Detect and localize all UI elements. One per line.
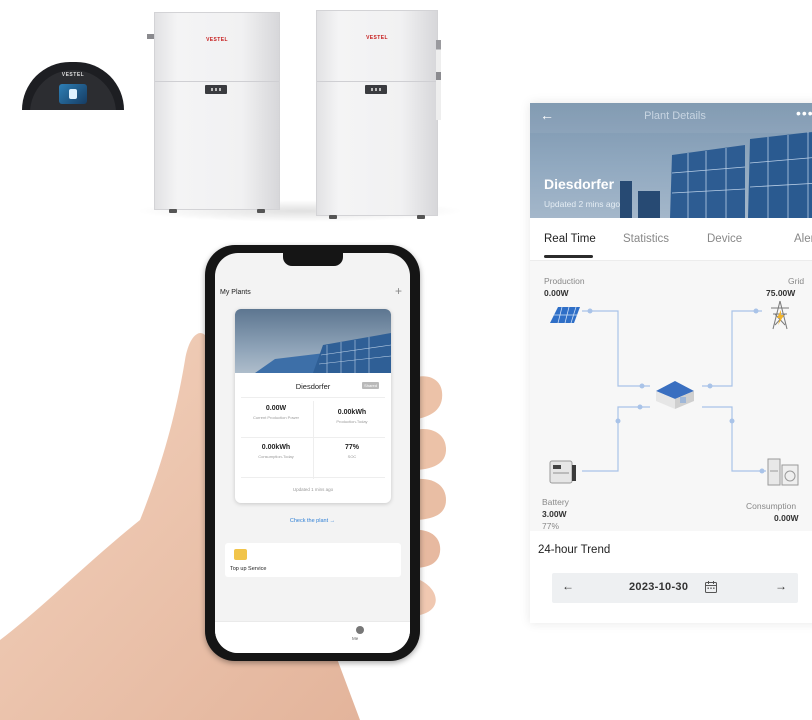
- top-up-service[interactable]: Top up Service: [225, 543, 401, 577]
- phone-notch: [283, 253, 343, 266]
- metric-label: Current Production Power: [252, 415, 300, 420]
- inverter-unit-right: VESTEL: [316, 10, 438, 219]
- grid-label: Grid: [788, 276, 805, 286]
- inverter-side-ports: [436, 40, 441, 120]
- metric-value: 0.00kWh: [261, 444, 291, 451]
- hero-plant-name: Diesdorfer: [544, 176, 615, 192]
- appliance-icon: [767, 458, 799, 486]
- house-icon: [656, 381, 694, 409]
- inverter-side-connector: [147, 34, 154, 39]
- charger-brand: VESTEL: [61, 72, 85, 78]
- plant-card[interactable]: Diesdorfer Shared 0.00W Current Producti…: [235, 309, 391, 503]
- plus-icon[interactable]: +: [395, 284, 402, 298]
- hero-updated: Updated 2 mins ago: [544, 199, 621, 209]
- metric-value: 77%: [344, 444, 359, 451]
- metric-value: 0.00W: [265, 405, 287, 412]
- inverter-brand-right: VESTEL: [366, 35, 388, 41]
- me-tab-label[interactable]: Me: [352, 636, 358, 641]
- metric-value: 0.00kWh: [337, 409, 367, 416]
- top-up-label: Top up Service: [230, 566, 267, 572]
- plant-details-panel: ← Plant Details ••• Diesdorfer Updated 2…: [530, 103, 812, 623]
- metric-label: SOC: [347, 454, 357, 459]
- tab-statistics[interactable]: Statistics: [623, 233, 669, 245]
- arrow-right-icon[interactable]: →: [775, 579, 787, 593]
- tab-device[interactable]: Device: [707, 233, 742, 245]
- trend-date[interactable]: 2023-10-30: [629, 581, 688, 593]
- ev-charger-image: VESTEL: [22, 62, 124, 110]
- inverter-display-right: [365, 85, 387, 94]
- grid-value: 75.00W: [766, 288, 796, 298]
- active-tab-indicator: [544, 255, 593, 258]
- trend-title: 24-hour Trend: [538, 544, 611, 556]
- production-value: 0.00W: [544, 288, 569, 298]
- service-icon: [234, 549, 247, 560]
- shared-badge: Shared: [362, 382, 379, 389]
- more-icon[interactable]: •••: [796, 105, 812, 121]
- date-selector: ← 2023-10-30 →: [552, 573, 798, 603]
- tab-alerts[interactable]: Aler: [794, 233, 812, 245]
- consumption-label: Consumption: [746, 501, 797, 511]
- bottom-tabbar: Me: [215, 621, 410, 653]
- plant-hero-image: ← Plant Details ••• Diesdorfer Updated 2…: [530, 103, 812, 218]
- metric-label: Production-Today: [336, 419, 368, 424]
- tab-real-time[interactable]: Real Time: [544, 233, 596, 245]
- check-plant-link[interactable]: Check the plant →: [215, 518, 410, 524]
- phone-screen: My Plants + Diesdorfer Shared 0.00W Curr…: [215, 253, 410, 653]
- arrow-left-icon[interactable]: ←: [562, 579, 574, 593]
- panel-title: Plant Details: [644, 110, 706, 122]
- inverter-display: [205, 85, 227, 94]
- charger-screen: [59, 84, 87, 104]
- plant-card-image: [235, 309, 391, 373]
- metric-label: Consumption-Today: [258, 454, 294, 459]
- my-plants-title: My Plants: [220, 289, 251, 296]
- phone-device: My Plants + Diesdorfer Shared 0.00W Curr…: [205, 245, 420, 661]
- plant-updated: Updated 1 mins ago: [292, 487, 334, 492]
- inverter-brand: VESTEL: [206, 37, 228, 43]
- battery-label: Battery: [542, 497, 569, 507]
- inverter-unit-left: VESTEL: [154, 12, 280, 213]
- battery-icon: [549, 460, 576, 484]
- battery-soc: 77%: [542, 521, 560, 531]
- consumption-value: 0.00W: [774, 513, 799, 523]
- calendar-icon[interactable]: [704, 580, 718, 594]
- production-label: Production: [544, 276, 585, 286]
- battery-value: 3.00W: [542, 509, 567, 519]
- me-icon[interactable]: [356, 626, 364, 634]
- grid-tower-icon: [771, 300, 789, 330]
- energy-flow-diagram: Production 0.00W Grid 75.00W Battery 3.0…: [530, 261, 812, 531]
- solar-panel-icon: [550, 306, 580, 324]
